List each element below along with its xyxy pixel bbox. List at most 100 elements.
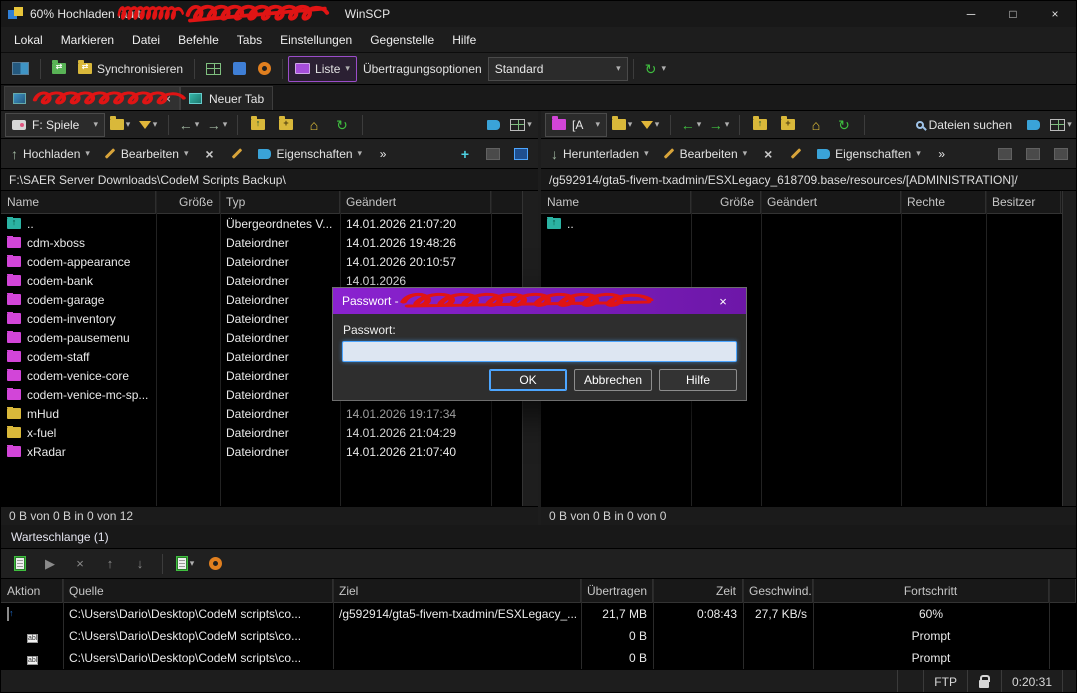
table-row[interactable]: codem-appearance Dateiordner14.01.2026 2… <box>1 252 538 271</box>
tab-close-icon[interactable]: × <box>164 92 171 106</box>
column-rights[interactable]: Rechte <box>901 191 986 214</box>
local-new-folder-button[interactable] <box>273 113 299 137</box>
menu-befehle[interactable]: Befehle <box>169 27 228 53</box>
find-files-button[interactable]: Dateien suchen <box>910 112 1018 138</box>
local-filter-button[interactable]: ▾ <box>135 113 161 137</box>
queue-row[interactable]: abl C:\Users\Dario\Desktop\CodeM scripts… <box>1 625 1076 647</box>
table-row[interactable]: x-fuel Dateiordner14.01.2026 21:04:29 <box>1 423 538 442</box>
column-source[interactable]: Quelle <box>63 579 333 603</box>
table-row[interactable]: cdm-xboss Dateiordner14.01.2026 19:48:26 <box>1 233 538 252</box>
local-add-button[interactable]: + <box>452 142 478 166</box>
queue-options-button[interactable]: ▾ <box>172 552 198 576</box>
sync-browse-button[interactable] <box>46 56 72 82</box>
ok-button[interactable]: OK <box>489 369 567 391</box>
column-progress[interactable]: Fortschritt <box>813 579 1049 603</box>
addons-button[interactable] <box>227 56 252 82</box>
password-input[interactable] <box>342 341 737 362</box>
queue-move-down-button[interactable]: ↓ <box>127 552 153 576</box>
local-drive-select[interactable]: F: Spiele ▾ <box>5 113 105 137</box>
synchronize-button[interactable]: Synchronisieren <box>72 56 189 82</box>
column-time[interactable]: Zeit <box>653 579 743 603</box>
transfer-preset-select[interactable]: Standard ▾ <box>488 57 628 81</box>
queue-preferences-button[interactable] <box>202 552 228 576</box>
remote-folder-menu-button[interactable]: ▾ <box>609 113 635 137</box>
column-transferred[interactable]: Übertragen <box>581 579 653 603</box>
remote-view-columns-button[interactable]: ▾ <box>1048 113 1074 137</box>
upload-button[interactable]: ↑ Hochladen ▾ <box>5 141 96 167</box>
local-refresh-button[interactable]: ↻ <box>329 113 355 137</box>
local-overflow-button[interactable]: » <box>370 142 396 166</box>
local-rename-button[interactable] <box>224 142 250 166</box>
queue-move-up-button[interactable]: ↑ <box>97 552 123 576</box>
local-folder-menu-button[interactable]: ▾ <box>107 113 133 137</box>
local-home-button[interactable]: ⌂ <box>301 113 327 137</box>
remote-delete-button[interactable]: × <box>755 142 781 166</box>
remote-rename-button[interactable] <box>783 142 809 166</box>
remote-home-button[interactable]: ⌂ <box>803 113 829 137</box>
column-owner[interactable]: Besitzer <box>986 191 1061 214</box>
download-button[interactable]: ↓ Herunterladen ▾ <box>545 141 655 167</box>
local-remove-button[interactable] <box>480 142 506 166</box>
remote-tree-button[interactable] <box>1020 113 1046 137</box>
queue-row[interactable]: C:\Users\Dario\Desktop\CodeM scripts\co.… <box>1 603 1076 625</box>
table-row[interactable]: mHud Dateiordner14.01.2026 19:17:34 <box>1 404 538 423</box>
preferences-button[interactable] <box>252 56 277 82</box>
column-modified[interactable]: Geändert <box>761 191 901 214</box>
column-modified[interactable]: Geändert <box>340 191 491 214</box>
remote-edit-button[interactable]: Bearbeiten ▾ <box>657 141 754 167</box>
menu-gegenstelle[interactable]: Gegenstelle <box>361 27 443 53</box>
table-row[interactable]: .. Übergeordnetes V...14.01.2026 21:07:2… <box>1 214 538 233</box>
remote-overflow-button[interactable]: » <box>929 142 955 166</box>
remote-path-bar[interactable]: /g592914/gta5-fivem-txadmin/ESXLegacy_61… <box>541 169 1077 191</box>
remote-back-button[interactable]: ←▾ <box>678 113 704 137</box>
table-row[interactable]: xRadar Dateiordner14.01.2026 21:07:40 <box>1 442 538 461</box>
queue-item-button[interactable] <box>7 552 33 576</box>
remote-vertical-scrollbar[interactable] <box>1062 191 1077 506</box>
minimize-button[interactable]: ─ <box>950 1 992 27</box>
cancel-button[interactable]: Abbrechen <box>574 369 652 391</box>
column-type[interactable]: Typ <box>220 191 340 214</box>
remote-btn-3[interactable] <box>1048 142 1074 166</box>
column-name[interactable]: Name <box>1 191 156 214</box>
close-button[interactable]: × <box>1034 1 1076 27</box>
console-button[interactable] <box>200 56 227 82</box>
protocol-indicator[interactable]: FTP <box>923 670 967 693</box>
remote-btn-2[interactable] <box>1020 142 1046 166</box>
local-properties-button[interactable]: Eigenschaften ▾ <box>252 141 368 167</box>
local-back-button[interactable]: ←▾ <box>176 113 202 137</box>
local-view-columns-button[interactable]: ▾ <box>508 113 534 137</box>
menu-tabs[interactable]: Tabs <box>228 27 271 53</box>
table-row[interactable]: .. <box>541 214 1077 233</box>
queue-delete-button[interactable]: × <box>67 552 93 576</box>
help-button[interactable]: Hilfe <box>659 369 737 391</box>
remote-forward-button[interactable]: →▾ <box>706 113 732 137</box>
local-select-button[interactable] <box>508 142 534 166</box>
remote-filter-button[interactable]: ▾ <box>637 113 663 137</box>
refresh-button[interactable]: ↻ ▾ <box>639 56 672 82</box>
session-tab[interactable]: × <box>4 86 180 110</box>
view-mode-button[interactable]: Liste ▾ <box>288 56 357 82</box>
remote-refresh-button[interactable]: ↻ <box>831 113 857 137</box>
menu-markieren[interactable]: Markieren <box>52 27 123 53</box>
remote-dir-select[interactable]: [A ▾ <box>545 113 607 137</box>
remote-btn-1[interactable] <box>992 142 1018 166</box>
session-manager-button[interactable] <box>6 56 35 82</box>
local-edit-button[interactable]: Bearbeiten ▾ <box>98 141 195 167</box>
menu-lokal[interactable]: Lokal <box>5 27 52 53</box>
maximize-button[interactable]: □ <box>992 1 1034 27</box>
queue-header-bar[interactable]: Warteschlange (1) <box>1 525 1076 549</box>
menu-hilfe[interactable]: Hilfe <box>443 27 485 53</box>
local-path-bar[interactable]: F:\SAER Server Downloads\CodeM Scripts B… <box>1 169 538 191</box>
column-action[interactable]: Aktion <box>1 579 63 603</box>
column-name[interactable]: Name <box>541 191 691 214</box>
column-size[interactable]: Größe <box>691 191 761 214</box>
menu-datei[interactable]: Datei <box>123 27 169 53</box>
queue-row[interactable]: abl C:\Users\Dario\Desktop\CodeM scripts… <box>1 647 1076 669</box>
column-speed[interactable]: Geschwind... <box>743 579 813 603</box>
local-parent-dir-button[interactable] <box>245 113 271 137</box>
remote-properties-button[interactable]: Eigenschaften ▾ <box>811 141 927 167</box>
local-tree-button[interactable] <box>480 113 506 137</box>
local-forward-button[interactable]: →▾ <box>204 113 230 137</box>
local-delete-button[interactable]: × <box>196 142 222 166</box>
column-size[interactable]: Größe <box>156 191 220 214</box>
